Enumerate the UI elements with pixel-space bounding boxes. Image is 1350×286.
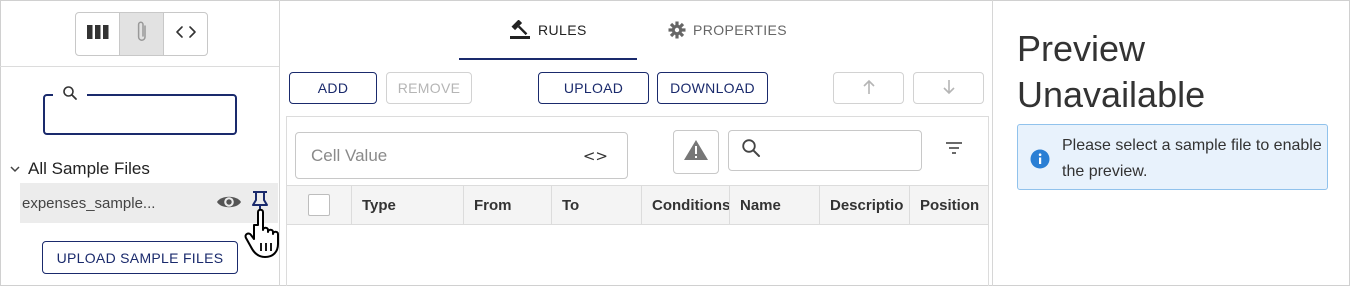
column-header-position[interactable]: Position (909, 186, 988, 224)
rules-search-input[interactable] (728, 130, 922, 171)
code-view-button[interactable] (164, 13, 207, 55)
search-icon (53, 86, 87, 100)
warning-filter-button[interactable] (673, 130, 719, 174)
upload-sample-files-button[interactable]: UPLOAD SAMPLE FILES (42, 241, 238, 274)
rules-panel: RULES PROPERTIES ADD REMOVE UPLOAD DOWNL… (281, 0, 992, 286)
column-header-name[interactable]: Name (729, 186, 819, 224)
column-header-conditions[interactable]: Conditions (641, 186, 729, 224)
upload-button[interactable]: UPLOAD (538, 72, 649, 104)
filter-icon[interactable] (945, 141, 963, 160)
move-down-button[interactable] (913, 72, 984, 104)
rules-table-header: Type From To Conditions Name Descriptio … (287, 185, 988, 225)
cell-value-input[interactable]: Cell Value <> (295, 132, 628, 179)
gavel-icon (509, 20, 531, 40)
cell-value-placeholder: Cell Value (311, 145, 388, 165)
file-search-input[interactable] (43, 86, 237, 135)
chevron-down-icon (6, 165, 24, 173)
code-icon[interactable]: <> (583, 147, 608, 165)
column-header-from[interactable]: From (463, 186, 551, 224)
attachments-view-button[interactable] (120, 13, 164, 55)
file-list-item[interactable]: expenses_sample... (20, 183, 278, 223)
active-tab-indicator (459, 58, 637, 60)
file-name: expenses_sample... (22, 194, 156, 212)
preview-title: Preview Unavailable (1017, 28, 1206, 115)
select-all-checkbox[interactable] (308, 194, 330, 216)
tab-rules[interactable]: RULES (509, 16, 587, 44)
warning-icon (683, 139, 709, 166)
paperclip-icon (135, 20, 149, 49)
remove-rule-button[interactable]: REMOVE (386, 72, 472, 104)
search-icon (741, 138, 761, 163)
tab-properties[interactable]: PROPERTIES (668, 16, 787, 44)
eye-icon[interactable] (216, 193, 242, 216)
move-up-button[interactable] (833, 72, 904, 104)
column-header-to[interactable]: To (551, 186, 641, 224)
gear-icon (668, 21, 686, 39)
add-rule-button[interactable]: ADD (289, 72, 377, 104)
columns-view-button[interactable] (76, 13, 120, 55)
view-toggle (75, 12, 208, 56)
sample-files-panel: All Sample Files expenses_sample... UPLO… (0, 0, 280, 286)
download-button[interactable]: DOWNLOAD (657, 72, 768, 104)
column-header-type[interactable]: Type (351, 186, 463, 224)
rules-container: Cell Value <> Type From To Conditions Na… (286, 116, 989, 286)
columns-icon (86, 24, 109, 45)
info-icon (1030, 149, 1050, 174)
arrow-up-icon (862, 79, 876, 98)
info-message: Please select a sample file to enable th… (1062, 137, 1322, 180)
code-icon (175, 25, 197, 44)
tab-label: PROPERTIES (693, 22, 787, 38)
group-label: All Sample Files (28, 159, 150, 178)
select-all-cell (287, 186, 351, 224)
divider (0, 66, 279, 67)
info-alert: Please select a sample file to enable th… (1017, 124, 1328, 190)
tab-label: RULES (538, 22, 587, 38)
preview-panel: Preview Unavailable Please select a samp… (992, 0, 1350, 286)
arrow-down-icon (942, 79, 956, 98)
column-header-description[interactable]: Descriptio (819, 186, 909, 224)
sample-files-group[interactable]: All Sample Files (6, 158, 150, 180)
